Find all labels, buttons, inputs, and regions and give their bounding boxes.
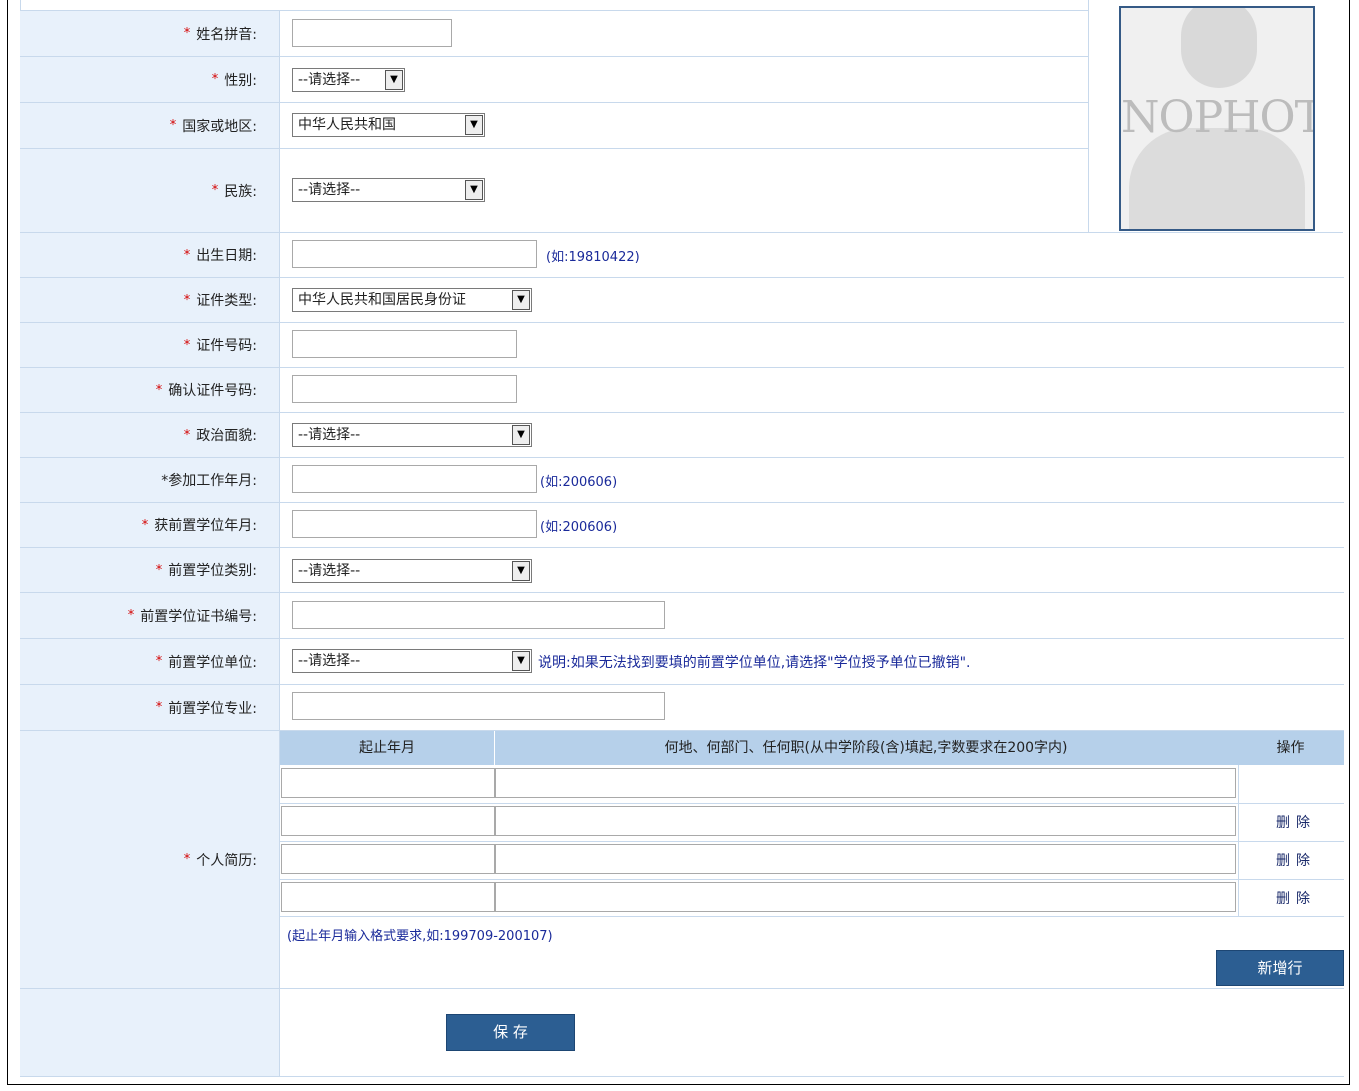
- prior-degree-major-input[interactable]: [292, 692, 665, 720]
- prior-degree-type-select[interactable]: --请选择-- ▼: [292, 559, 532, 583]
- delete-row-button[interactable]: 删除: [1276, 888, 1316, 908]
- label-prior-degree-unit: * 前置学位单位:: [20, 639, 279, 685]
- resume-period-input[interactable]: [281, 882, 495, 912]
- id-number-confirm-input[interactable]: [292, 375, 517, 403]
- delete-row-button[interactable]: 删除: [1276, 850, 1316, 870]
- id-number-input[interactable]: [292, 330, 517, 358]
- prior-degree-date-hint: (如:200606): [540, 520, 618, 535]
- political-status-select[interactable]: --请选择-- ▼: [292, 423, 532, 447]
- label-work-start: *参加工作年月:: [20, 458, 279, 503]
- prior-degree-date-input[interactable]: [292, 510, 537, 538]
- label-name-pinyin: * 姓名拼音:: [20, 11, 279, 57]
- resume-period-input[interactable]: [281, 806, 495, 836]
- delete-row-button[interactable]: 删除: [1276, 812, 1316, 832]
- label-prior-degree-cert: * 前置学位证书编号:: [20, 593, 279, 639]
- birthdate-input[interactable]: [292, 240, 537, 268]
- resume-details-input[interactable]: [495, 768, 1236, 798]
- birthdate-hint: (如:19810422): [546, 250, 640, 265]
- prior-degree-unit-select[interactable]: --请选择-- ▼: [292, 649, 532, 673]
- header-actions: 操作: [1276, 740, 1305, 756]
- label-id-number-confirm: * 确认证件号码:: [20, 368, 279, 413]
- id-type-select[interactable]: 中华人民共和国居民身份证 ▼: [292, 288, 532, 312]
- label-birthdate: * 出生日期:: [20, 233, 279, 278]
- country-select[interactable]: 中华人民共和国 ▼: [292, 113, 485, 137]
- resume-period-input[interactable]: [281, 844, 495, 874]
- save-row-cell: [279, 989, 1344, 1077]
- label-prior-degree-major: * 前置学位专业:: [20, 685, 279, 731]
- resume-format-hint: (起止年月输入格式要求,如:199709-200107): [287, 929, 553, 944]
- ethnicity-select[interactable]: --请选择-- ▼: [292, 178, 485, 202]
- chevron-down-icon: ▼: [512, 290, 530, 310]
- resume-details-input[interactable]: [495, 882, 1236, 912]
- resume-details-input[interactable]: [495, 806, 1236, 836]
- silhouette-body: [1129, 128, 1305, 229]
- add-row-button[interactable]: 新增行: [1216, 950, 1344, 986]
- header-details: 何地、何部门、任何职(从中学阶段(含)填起,字数要求在200字内): [664, 740, 1068, 756]
- actions-column-divider: [1238, 765, 1239, 916]
- label-ethnicity: * 民族:: [20, 149, 279, 233]
- work-start-hint: (如:200606): [540, 475, 618, 490]
- work-start-input[interactable]: [292, 465, 537, 493]
- label-prior-degree-type: * 前置学位类别:: [20, 548, 279, 593]
- chevron-down-icon: ▼: [385, 70, 403, 90]
- label-prior-degree-date: * 获前置学位年月:: [20, 503, 279, 548]
- chevron-down-icon: ▼: [512, 425, 530, 445]
- chevron-down-icon: ▼: [465, 180, 483, 200]
- chevron-down-icon: ▼: [512, 561, 530, 581]
- photo-placeholder: NOPHOTO: [1119, 6, 1315, 231]
- label-id-type: * 证件类型:: [20, 278, 279, 323]
- save-button[interactable]: 保 存: [446, 1014, 575, 1051]
- label-gender: * 性别:: [20, 57, 279, 103]
- nophoto-text: NOPHOTO: [1121, 92, 1313, 143]
- label-country: * 国家或地区:: [20, 103, 279, 149]
- prior-degree-cert-input[interactable]: [292, 601, 665, 629]
- name-pinyin-input[interactable]: [292, 19, 452, 47]
- label-id-number: * 证件号码:: [20, 323, 279, 368]
- save-row-label: [20, 989, 279, 1077]
- chevron-down-icon: ▼: [465, 115, 483, 135]
- resume-table-header: 起止年月 何地、何部门、任何职(从中学阶段(含)填起,字数要求在200字内) 操…: [280, 731, 1344, 765]
- header-period: 起止年月: [280, 731, 495, 765]
- gender-select[interactable]: --请选择-- ▼: [292, 68, 405, 92]
- prior-degree-unit-hint: 说明:如果无法找到要填的前置学位单位,请选择"学位授予单位已撤销".: [538, 655, 971, 671]
- resume-details-input[interactable]: [495, 844, 1236, 874]
- label-political-status: * 政治面貌:: [20, 413, 279, 458]
- resume-period-input[interactable]: [281, 768, 495, 798]
- silhouette-head: [1181, 8, 1257, 88]
- chevron-down-icon: ▼: [512, 651, 530, 671]
- label-resume: * 个人简历:: [20, 731, 279, 989]
